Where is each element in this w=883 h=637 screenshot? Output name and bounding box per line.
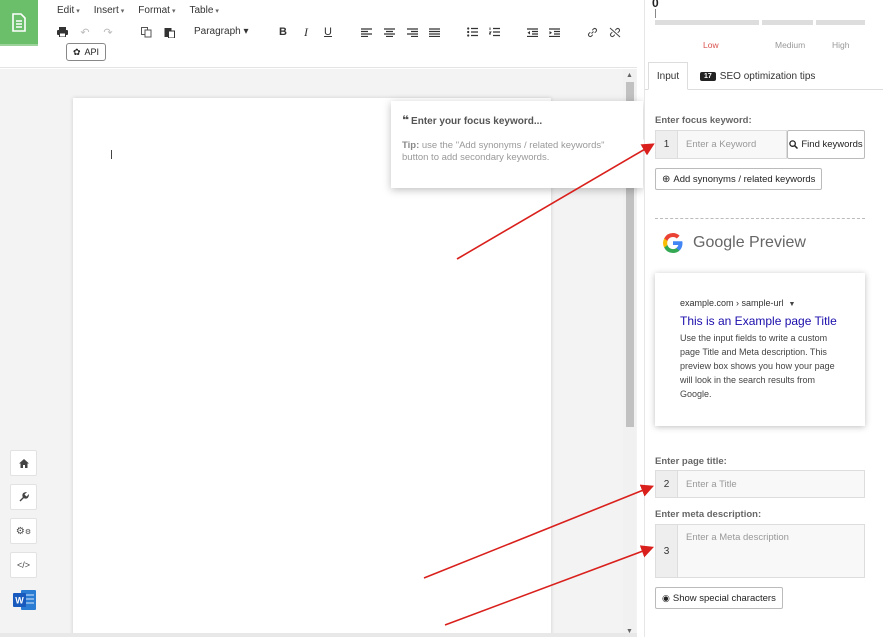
align-right-icon[interactable] bbox=[404, 24, 420, 40]
home-icon bbox=[18, 458, 29, 468]
preview-title: This is an Example page Title bbox=[680, 314, 837, 328]
numbered-list-icon[interactable] bbox=[486, 24, 502, 40]
focus-keyword-tooltip: ❝ Enter your focus keyword... Tip: use th… bbox=[391, 101, 649, 188]
quote-icon: ❝ bbox=[402, 113, 410, 127]
google-preview-heading: Google Preview bbox=[693, 234, 806, 251]
format-toolbar: ↶ ↷ Paragraph ▾ B I U bbox=[54, 24, 634, 40]
menubar: Edit ▾ Insert ▾ Format ▾ Table ▾ bbox=[57, 5, 219, 16]
add-synonyms-button[interactable]: ⊕ Add synonyms / related keywords bbox=[655, 168, 823, 190]
indent-icon[interactable] bbox=[546, 24, 562, 40]
tooltip-title: ❝ Enter your focus keyword... bbox=[402, 113, 543, 127]
svg-text:W: W bbox=[15, 596, 24, 606]
tools-button[interactable] bbox=[10, 484, 37, 510]
show-special-characters-button[interactable]: ◉ Show special characters bbox=[655, 587, 783, 609]
meter-segment-low bbox=[655, 20, 759, 25]
word-icon[interactable]: W bbox=[13, 589, 37, 611]
level-low: Low bbox=[703, 40, 719, 50]
tab-seo-tips[interactable]: 17 SEO optimization tips bbox=[700, 62, 815, 90]
tab-input[interactable]: Input bbox=[648, 62, 688, 90]
google-logo-icon bbox=[663, 233, 683, 253]
print-icon[interactable] bbox=[54, 24, 70, 40]
api-button[interactable]: ✿ API bbox=[66, 43, 107, 61]
keyword-step-number: 1 bbox=[655, 130, 677, 159]
align-justify-icon[interactable] bbox=[426, 24, 442, 40]
api-button-label: API bbox=[84, 47, 100, 57]
meta-description-input[interactable] bbox=[677, 524, 865, 578]
level-medium: Medium bbox=[775, 40, 806, 50]
bullet-list-icon[interactable] bbox=[464, 24, 480, 40]
code-view-button[interactable]: </> bbox=[10, 552, 37, 578]
find-keywords-button[interactable]: Find keywords bbox=[787, 130, 865, 159]
outdent-icon[interactable] bbox=[524, 24, 540, 40]
bold-icon[interactable]: B bbox=[275, 24, 291, 40]
preview-description: Use the input fields to write a custom p… bbox=[680, 333, 835, 399]
panel-tabs: Input 17 SEO optimization tips bbox=[645, 62, 883, 90]
find-keywords-label: Find keywords bbox=[801, 139, 863, 150]
google-preview-header: Google Preview bbox=[662, 232, 806, 254]
menu-table[interactable]: Table ▾ bbox=[189, 5, 218, 16]
align-center-icon[interactable] bbox=[381, 24, 397, 40]
text-cursor bbox=[111, 150, 112, 159]
paragraph-select[interactable]: Paragraph ▾ bbox=[194, 26, 249, 37]
google-preview-card: example.com › sample-url ▼ This is an Exa… bbox=[655, 273, 865, 426]
focus-keyword-label: Enter focus keyword: bbox=[655, 115, 752, 126]
add-synonyms-label: Add synonyms / related keywords bbox=[673, 173, 816, 185]
meta-step-number: 3 bbox=[655, 524, 677, 578]
redo-icon[interactable]: ↷ bbox=[100, 24, 116, 40]
align-left-icon[interactable] bbox=[358, 24, 374, 40]
unlink-icon[interactable] bbox=[607, 24, 623, 40]
settings-button[interactable]: ⚙⚙ bbox=[10, 518, 37, 544]
undo-icon[interactable]: ↶ bbox=[77, 24, 93, 40]
show-special-characters-label: Show special characters bbox=[672, 592, 776, 604]
plus-circle-icon: ⊕ bbox=[662, 173, 671, 185]
menu-edit[interactable]: Edit ▾ bbox=[57, 5, 80, 16]
gears-icon: ⚙⚙ bbox=[15, 525, 32, 537]
home-button[interactable] bbox=[10, 450, 37, 476]
gear-icon: ✿ bbox=[73, 46, 81, 57]
status-bar bbox=[0, 633, 637, 637]
search-icon bbox=[789, 140, 799, 149]
wrench-icon bbox=[19, 492, 29, 502]
link-icon[interactable] bbox=[584, 24, 600, 40]
menu-insert[interactable]: Insert ▾ bbox=[94, 5, 125, 16]
title-step-number: 2 bbox=[655, 470, 677, 498]
code-icon: </> bbox=[16, 560, 30, 570]
page-title-label: Enter page title: bbox=[655, 456, 727, 467]
copy-icon[interactable] bbox=[138, 24, 154, 40]
preview-url: example.com › sample-url ▼ bbox=[680, 298, 796, 308]
focus-keyword-input[interactable] bbox=[677, 130, 787, 159]
tooltip-tip: Tip: use the "Add synonyms / related key… bbox=[402, 140, 605, 163]
meter-segment-medium bbox=[762, 20, 813, 25]
meter-segment-high bbox=[816, 20, 865, 25]
side-tools: ⚙⚙ </> bbox=[10, 450, 37, 578]
page-title-input[interactable] bbox=[677, 470, 865, 498]
italic-icon[interactable]: I bbox=[298, 24, 314, 40]
tips-count-badge: 17 bbox=[700, 71, 716, 81]
section-divider bbox=[655, 218, 865, 219]
paste-icon[interactable] bbox=[161, 24, 177, 40]
tab-seo-label: SEO optimization tips bbox=[719, 70, 816, 82]
menu-format[interactable]: Format ▾ bbox=[138, 5, 175, 16]
app-logo[interactable] bbox=[0, 0, 38, 46]
eye-icon: ◉ bbox=[662, 592, 670, 603]
level-high: High bbox=[832, 40, 850, 50]
document-icon bbox=[12, 12, 26, 32]
meta-description-label: Enter meta description: bbox=[655, 509, 762, 520]
underline-icon[interactable]: U bbox=[320, 24, 336, 40]
url-dropdown-icon: ▼ bbox=[788, 301, 796, 308]
score-tick bbox=[655, 9, 656, 18]
scroll-up-arrow-icon[interactable]: ▲ bbox=[623, 69, 636, 81]
